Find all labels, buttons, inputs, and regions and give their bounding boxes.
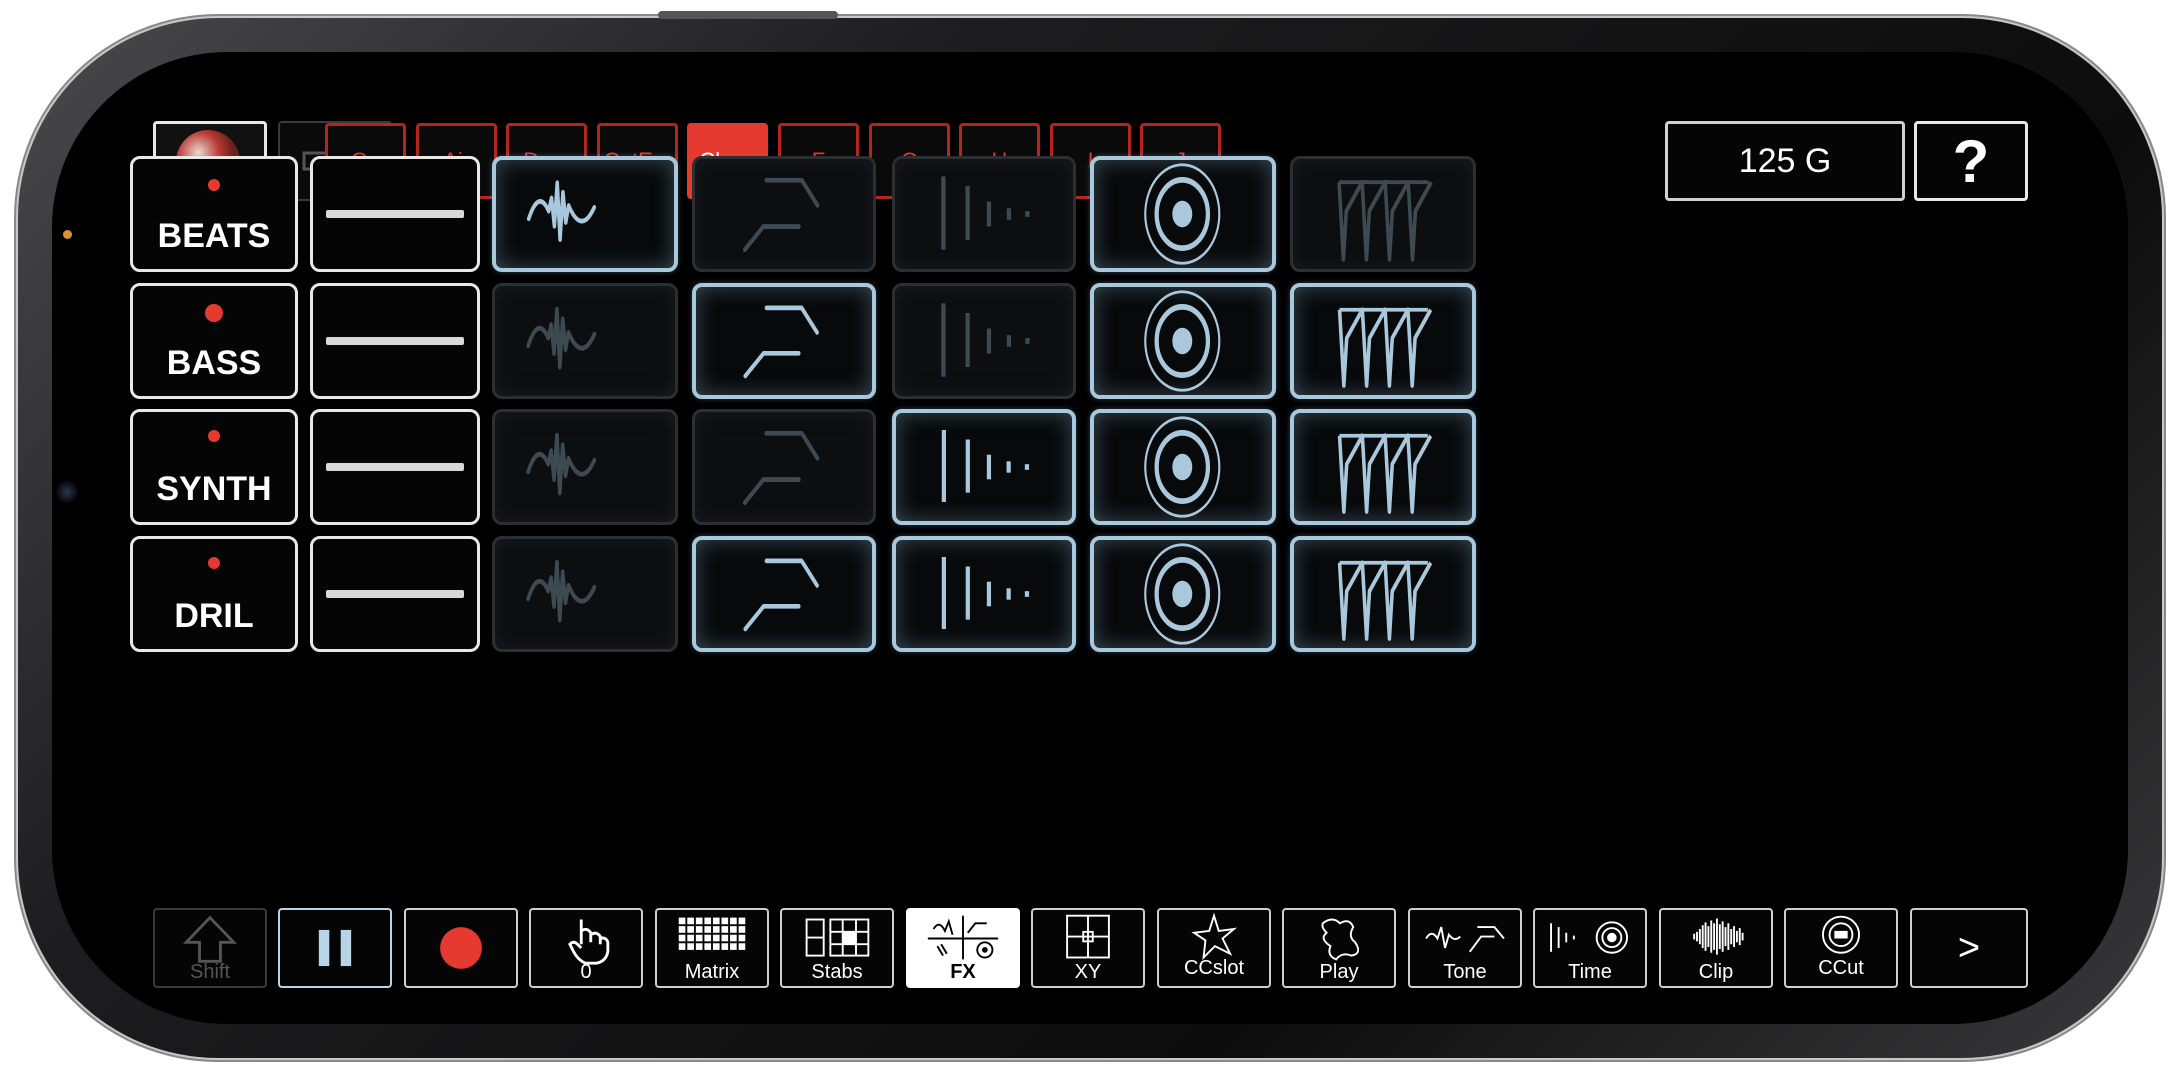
fx-pad[interactable]	[692, 409, 876, 525]
track-fader[interactable]	[310, 409, 480, 525]
fx-pad[interactable]	[1090, 536, 1276, 652]
matrix-button[interactable]: Matrix	[655, 908, 769, 988]
fx-pad[interactable]	[492, 156, 678, 272]
fx-pad[interactable]	[1090, 283, 1276, 399]
fx-pad[interactable]	[1290, 283, 1476, 399]
fx-pad[interactable]	[892, 409, 1076, 525]
fx-pad[interactable]	[892, 536, 1076, 652]
delay-bars-icon	[941, 430, 1030, 503]
xy-label: XY	[1074, 961, 1102, 983]
delay-bars-icon	[941, 557, 1030, 630]
track-name: BEATS	[157, 217, 271, 255]
track-status-dot	[208, 179, 220, 191]
fader-line	[326, 337, 464, 345]
time-label: Time	[1568, 961, 1612, 983]
target-icon	[1144, 416, 1221, 518]
fader-line	[326, 463, 464, 471]
fx-pad[interactable]	[692, 156, 876, 272]
wave-icon	[526, 306, 597, 370]
xy-button[interactable]: XY	[1031, 908, 1145, 988]
side-indicator	[63, 230, 72, 239]
help-button[interactable]: ?	[1914, 121, 2028, 201]
pause-button[interactable]	[278, 908, 392, 988]
wave-icon	[526, 432, 597, 496]
play-label: Play	[1319, 961, 1359, 983]
touch-count-label: 0	[580, 961, 592, 983]
gate-icon	[1337, 307, 1433, 388]
fx-pad[interactable]	[692, 536, 876, 652]
target-icon	[1144, 163, 1221, 265]
track-status-dot	[205, 304, 223, 322]
matrix-label: Matrix	[684, 961, 740, 983]
stabs-label: Stabs	[811, 961, 863, 983]
track-status-dot	[208, 430, 220, 442]
shift-button[interactable]: Shift	[153, 908, 267, 988]
ccut-button[interactable]: CCut	[1784, 908, 1898, 988]
track-status-dot	[208, 557, 220, 569]
fx-pad[interactable]	[892, 156, 1076, 272]
track-fader[interactable]	[310, 283, 480, 399]
wave-icon	[526, 559, 597, 623]
tempo-key-display[interactable]: 125 G	[1665, 121, 1905, 201]
shift-label: Shift	[189, 961, 231, 983]
front-camera	[56, 481, 78, 503]
gate-icon	[1337, 179, 1433, 262]
fader-line	[326, 210, 464, 218]
track-name: DRIL	[174, 597, 254, 635]
fx-button[interactable]: FX	[906, 908, 1020, 988]
fader-line	[326, 590, 464, 598]
fx-pad[interactable]	[1090, 409, 1276, 525]
track-fader[interactable]	[310, 536, 480, 652]
fx-pad[interactable]	[1090, 156, 1276, 272]
filter-icon	[743, 177, 820, 253]
ccslot-button[interactable]: CCslot	[1157, 908, 1271, 988]
fx-pad[interactable]	[492, 536, 678, 652]
fx-label: FX	[950, 961, 976, 983]
track-name: SYNTH	[156, 470, 272, 508]
filter-icon	[743, 305, 819, 379]
app-screen: GoAirDemCutEmCloseFGHIJ 125 G ? BEATS BA…	[52, 52, 2128, 1024]
pause-icon	[318, 929, 352, 967]
fx-pad[interactable]	[492, 283, 678, 399]
target-icon	[1144, 290, 1221, 392]
fx-pad[interactable]	[692, 283, 876, 399]
tone-label: Tone	[1443, 961, 1487, 983]
delay-bars-icon	[941, 303, 1030, 377]
record-icon	[440, 927, 482, 969]
track-fader[interactable]	[310, 156, 480, 272]
track-button-synth[interactable]: SYNTH	[130, 409, 298, 525]
ccslot-label: CCslot	[1183, 957, 1244, 979]
track-button-beats[interactable]: BEATS	[130, 156, 298, 272]
wave-icon	[526, 180, 597, 242]
filter-icon	[743, 558, 819, 632]
clip-label: Clip	[1698, 961, 1734, 983]
delay-bars-icon	[941, 176, 1030, 250]
fx-pad[interactable]	[1290, 156, 1476, 272]
gate-icon	[1337, 433, 1433, 514]
filter-icon	[743, 430, 820, 506]
fx-pad[interactable]	[1290, 536, 1476, 652]
record-button[interactable]	[404, 908, 518, 988]
play-button[interactable]: Play	[1282, 908, 1396, 988]
next-page-button[interactable]: >	[1910, 908, 2028, 988]
track-name: BASS	[166, 344, 262, 382]
phone-frame: GoAirDemCutEmCloseFGHIJ 125 G ? BEATS BA…	[18, 11, 2162, 1058]
target-icon	[1144, 543, 1221, 645]
fx-pad[interactable]	[492, 409, 678, 525]
clip-button[interactable]: Clip	[1659, 908, 1773, 988]
track-button-bass[interactable]: BASS	[130, 283, 298, 399]
fx-pad[interactable]	[892, 283, 1076, 399]
track-button-dril[interactable]: DRIL	[130, 536, 298, 652]
time-button[interactable]: Time	[1533, 908, 1647, 988]
gate-icon	[1337, 560, 1433, 641]
fx-pad[interactable]	[1290, 409, 1476, 525]
stabs-button[interactable]: Stabs	[780, 908, 894, 988]
tone-button[interactable]: Tone	[1408, 908, 1522, 988]
top-hardware-button	[658, 11, 838, 19]
ccut-label: CCut	[1818, 957, 1864, 979]
touch-button[interactable]: 0	[529, 908, 643, 988]
